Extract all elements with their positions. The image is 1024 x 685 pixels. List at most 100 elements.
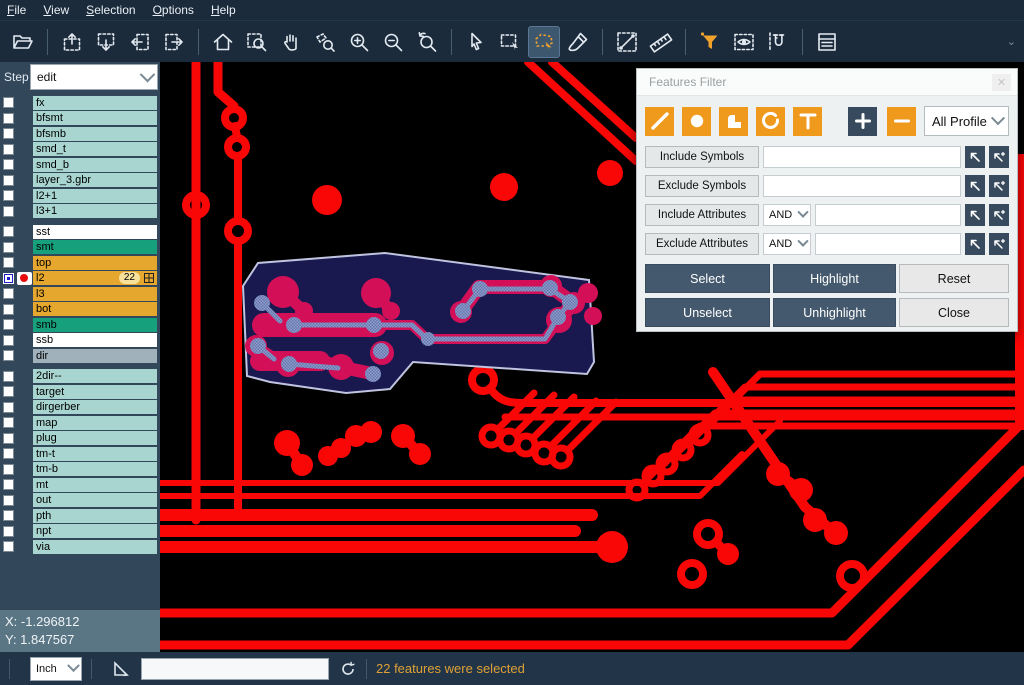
zoom-out-icon[interactable] [378, 27, 408, 57]
measure-icon[interactable] [612, 27, 642, 57]
layer-visibility-checkbox[interactable] [3, 433, 14, 444]
pick-arrow-add-icon[interactable] [989, 175, 1009, 197]
dialog-titlebar[interactable]: Features Filter ✕ [637, 69, 1017, 96]
layer-name[interactable]: target [33, 385, 157, 399]
layer-name[interactable]: ssb [33, 333, 157, 347]
layer-visibility-checkbox[interactable] [3, 526, 14, 537]
refresh-icon[interactable] [339, 660, 357, 678]
layer-name[interactable]: l2+1 [33, 189, 157, 203]
layer-name[interactable]: fx [33, 96, 157, 110]
layer-name[interactable]: smd_t [33, 142, 157, 156]
menu-view[interactable]: View [43, 3, 69, 17]
menu-options[interactable]: Options [153, 3, 194, 17]
layer-name[interactable]: tm-t [33, 447, 157, 461]
negative-icon[interactable] [887, 107, 916, 136]
layer-name[interactable]: bfsmt [33, 111, 157, 125]
layer-name[interactable]: bfsmb [33, 127, 157, 141]
layer-visibility-checkbox[interactable] [3, 350, 14, 361]
layer-name[interactable]: smt [33, 240, 157, 254]
shift-up-icon[interactable] [57, 27, 87, 57]
layer-visibility-checkbox[interactable] [3, 97, 14, 108]
zoom-area-icon[interactable] [242, 27, 272, 57]
pick-arrow-icon[interactable] [965, 146, 985, 168]
layer-visibility-checkbox[interactable] [3, 206, 14, 217]
close-button[interactable]: Close [899, 298, 1009, 327]
layer-visibility-checkbox[interactable] [3, 226, 14, 237]
layer-visibility-checkbox[interactable] [3, 319, 14, 330]
layer-visibility-checkbox[interactable] [3, 541, 14, 552]
layer-name[interactable]: bot [33, 302, 157, 316]
exclude-attributes-field[interactable] [815, 233, 961, 255]
include-attributes-button[interactable]: Include Attributes [645, 204, 759, 226]
active-layer-indicator[interactable] [17, 272, 32, 285]
layer-visibility-checkbox[interactable] [3, 257, 14, 268]
pan-hand-icon[interactable] [276, 27, 306, 57]
snap-icon[interactable] [763, 27, 793, 57]
layer-name[interactable]: dir [33, 349, 157, 363]
arc-icon[interactable] [756, 107, 785, 136]
select-button[interactable]: Select [645, 264, 770, 293]
layer-name[interactable]: l3 [33, 287, 157, 301]
pick-arrow-icon[interactable] [965, 175, 985, 197]
pad-icon[interactable] [682, 107, 711, 136]
layer-visibility-checkbox[interactable] [3, 159, 14, 170]
pick-arrow-icon[interactable] [965, 233, 985, 255]
layer-visibility-checkbox[interactable] [3, 386, 14, 397]
shift-down-icon[interactable] [91, 27, 121, 57]
layer-name[interactable]: l3+1 [33, 204, 157, 218]
layer-visibility-checkbox[interactable] [3, 417, 14, 428]
layer-name[interactable]: smb [33, 318, 157, 332]
units-select[interactable]: Inch [30, 657, 82, 681]
layer-name[interactable]: layer_3.gbr [33, 173, 157, 187]
pointer-icon[interactable] [461, 27, 491, 57]
highlight-button[interactable]: Highlight [773, 264, 896, 293]
pick-arrow-add-icon[interactable] [989, 204, 1009, 226]
home-icon[interactable] [208, 27, 238, 57]
include-attributes-field[interactable] [815, 204, 961, 226]
layer-visibility-checkbox[interactable] [3, 190, 14, 201]
include-attributes-operator-select[interactable]: AND [763, 204, 811, 226]
layer-name[interactable]: mt [33, 478, 157, 492]
layer-name[interactable]: l222 [33, 271, 157, 285]
layer-visibility-checkbox[interactable] [3, 288, 14, 299]
zoom-polygon-icon[interactable] [310, 27, 340, 57]
layer-visibility-checkbox[interactable] [3, 242, 14, 253]
menu-selection[interactable]: Selection [86, 3, 135, 17]
grid-icon[interactable] [144, 273, 154, 283]
layer-visibility-checkbox[interactable] [3, 113, 14, 124]
layer-name[interactable]: dirgerber [33, 400, 157, 414]
layer-name[interactable]: out [33, 493, 157, 507]
layer-visibility-checkbox[interactable] [3, 144, 14, 155]
unselect-button[interactable]: Unselect [645, 298, 770, 327]
command-input[interactable] [141, 658, 329, 680]
text-icon[interactable] [793, 107, 822, 136]
layer-visibility-checkbox[interactable] [3, 510, 14, 521]
unhighlight-button[interactable]: Unhighlight [773, 298, 896, 327]
layer-name[interactable]: 2dir-- [33, 369, 157, 383]
select-polygon-icon[interactable] [529, 27, 559, 57]
profile-select[interactable]: All Profile [924, 106, 1009, 136]
clear-brush-icon[interactable] [563, 27, 593, 57]
shift-left-icon[interactable] [125, 27, 155, 57]
zoom-previous-icon[interactable] [412, 27, 442, 57]
exclude-attributes-operator-select[interactable]: AND [763, 233, 811, 255]
select-rect-icon[interactable] [495, 27, 525, 57]
angle-measure-icon[interactable] [111, 659, 131, 679]
zoom-in-icon[interactable] [344, 27, 374, 57]
layer-visibility-checkbox[interactable] [3, 371, 14, 382]
step-select[interactable]: edit [30, 64, 158, 90]
layer-visibility-checkbox[interactable] [3, 464, 14, 475]
layer-name[interactable]: npt [33, 524, 157, 538]
menu-help[interactable]: Help [211, 3, 236, 17]
layer-visibility-checkbox[interactable] [3, 128, 14, 139]
surface-icon[interactable] [719, 107, 748, 136]
layer-name[interactable]: via [33, 540, 157, 554]
layer-visibility-checkbox[interactable] [3, 495, 14, 506]
include-symbols-button[interactable]: Include Symbols [645, 146, 759, 168]
panel-icon[interactable] [812, 27, 842, 57]
close-icon[interactable]: ✕ [992, 74, 1011, 91]
layer-visibility-checkbox[interactable] [3, 335, 14, 346]
ruler-icon[interactable] [646, 27, 676, 57]
layer-visibility-checkbox[interactable] [3, 175, 14, 186]
visibility-icon[interactable] [729, 27, 759, 57]
